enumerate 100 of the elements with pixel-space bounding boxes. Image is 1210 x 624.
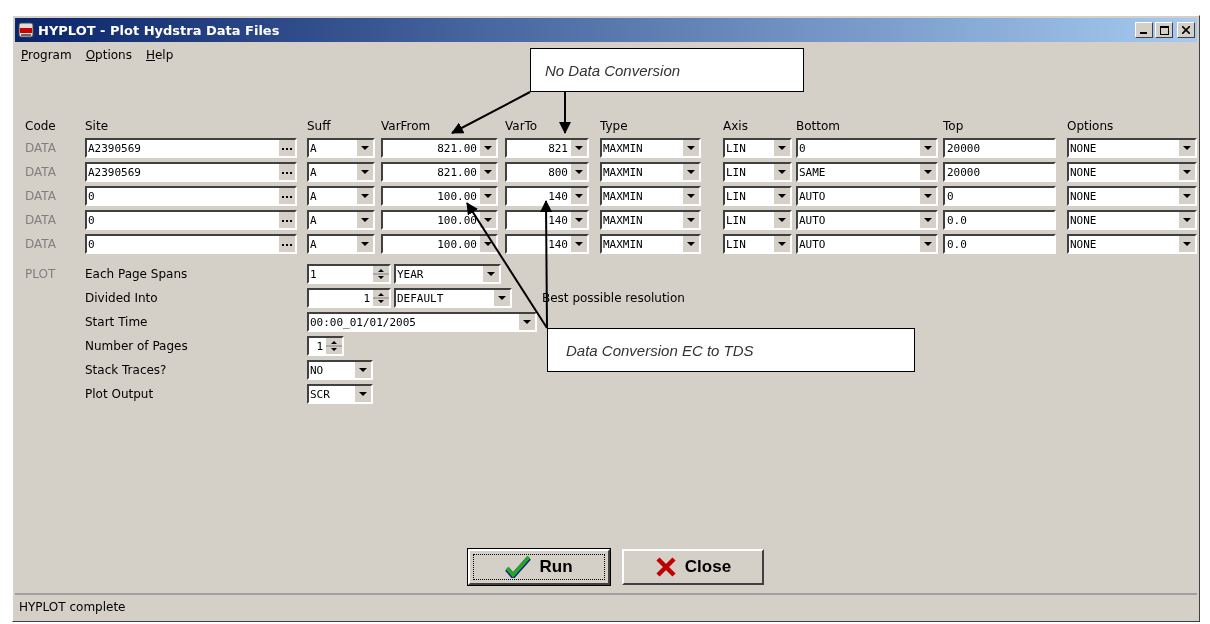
caret-icon[interactable]	[919, 140, 936, 156]
dropdown[interactable]: YEAR	[394, 264, 501, 284]
dropdown[interactable]: NONE	[1067, 138, 1197, 158]
text-field[interactable]: 0.0	[943, 234, 1056, 254]
ellipsis-icon[interactable]	[278, 164, 295, 180]
caret-icon[interactable]	[570, 236, 587, 252]
minimize-button[interactable]	[1135, 22, 1153, 38]
close-button[interactable]: Close	[622, 549, 764, 585]
caret-icon[interactable]	[479, 164, 496, 180]
caret-icon[interactable]	[482, 266, 499, 282]
dropdown[interactable]: AUTO	[796, 186, 938, 206]
caret-icon[interactable]	[354, 362, 371, 378]
caret-icon[interactable]	[479, 140, 496, 156]
dropdown[interactable]: MAXMIN	[600, 186, 701, 206]
dropdown[interactable]: MAXMIN	[600, 138, 701, 158]
dropdown[interactable]: 821.00	[381, 138, 498, 158]
dropdown[interactable]: 00:00_01/01/2005	[307, 312, 537, 332]
dropdown[interactable]: LIN	[723, 210, 792, 230]
spin-arrows-icon[interactable]	[325, 338, 342, 354]
site-field[interactable]: A2390569	[85, 162, 297, 182]
caret-icon[interactable]	[570, 140, 587, 156]
dropdown[interactable]: LIN	[723, 162, 792, 182]
caret-icon[interactable]	[773, 212, 790, 228]
dropdown[interactable]: AUTO	[796, 210, 938, 230]
caret-icon[interactable]	[356, 140, 373, 156]
caret-icon[interactable]	[354, 386, 371, 402]
caret-icon[interactable]	[570, 188, 587, 204]
spin-arrows-icon[interactable]	[372, 290, 389, 306]
dropdown[interactable]: LIN	[723, 138, 792, 158]
caret-icon[interactable]	[479, 212, 496, 228]
maximize-button[interactable]	[1155, 22, 1173, 38]
spin-arrows-icon[interactable]	[372, 266, 389, 282]
caret-icon[interactable]	[773, 140, 790, 156]
caret-icon[interactable]	[1178, 188, 1195, 204]
dropdown[interactable]: NONE	[1067, 234, 1197, 254]
dropdown[interactable]: SCR	[307, 384, 373, 404]
dropdown[interactable]: 100.00	[381, 234, 498, 254]
caret-icon[interactable]	[682, 164, 699, 180]
dropdown[interactable]: 821	[505, 138, 589, 158]
dropdown[interactable]: 100.00	[381, 186, 498, 206]
caret-icon[interactable]	[682, 236, 699, 252]
run-button[interactable]: Run	[468, 549, 610, 585]
caret-icon[interactable]	[773, 164, 790, 180]
menu-item[interactable]: Options	[85, 48, 132, 64]
caret-icon[interactable]	[356, 164, 373, 180]
dropdown[interactable]: A	[307, 210, 375, 230]
text-field[interactable]: 20000	[943, 138, 1056, 158]
dropdown[interactable]: MAXMIN	[600, 234, 701, 254]
caret-icon[interactable]	[1178, 140, 1195, 156]
caret-icon[interactable]	[356, 212, 373, 228]
caret-icon[interactable]	[570, 212, 587, 228]
dropdown[interactable]: 800	[505, 162, 589, 182]
caret-icon[interactable]	[919, 188, 936, 204]
caret-icon[interactable]	[919, 236, 936, 252]
dropdown[interactable]: LIN	[723, 186, 792, 206]
caret-icon[interactable]	[493, 290, 510, 306]
dropdown[interactable]: 821.00	[381, 162, 498, 182]
site-field[interactable]: 0	[85, 210, 297, 230]
dropdown[interactable]: A	[307, 162, 375, 182]
caret-icon[interactable]	[1178, 164, 1195, 180]
dropdown[interactable]: NONE	[1067, 210, 1197, 230]
dropdown[interactable]: A	[307, 186, 375, 206]
caret-icon[interactable]	[682, 188, 699, 204]
dropdown[interactable]: NONE	[1067, 162, 1197, 182]
dropdown[interactable]: SAME	[796, 162, 938, 182]
caret-icon[interactable]	[919, 212, 936, 228]
dropdown[interactable]: MAXMIN	[600, 162, 701, 182]
close-button[interactable]	[1177, 22, 1195, 38]
spin-field[interactable]: 1	[307, 336, 344, 356]
spin-field[interactable]: 1	[307, 264, 391, 284]
caret-icon[interactable]	[682, 212, 699, 228]
dropdown[interactable]: 140	[505, 210, 589, 230]
ellipsis-icon[interactable]	[278, 140, 295, 156]
site-field[interactable]: A2390569	[85, 138, 297, 158]
caret-icon[interactable]	[919, 164, 936, 180]
caret-icon[interactable]	[773, 188, 790, 204]
caret-icon[interactable]	[1178, 236, 1195, 252]
text-field[interactable]: 0	[943, 186, 1056, 206]
caret-icon[interactable]	[682, 140, 699, 156]
caret-icon[interactable]	[773, 236, 790, 252]
ellipsis-icon[interactable]	[278, 212, 295, 228]
menu-item[interactable]: Help	[145, 48, 174, 64]
ellipsis-icon[interactable]	[278, 188, 295, 204]
menu-item[interactable]: Program	[21, 48, 72, 64]
dropdown[interactable]: DEFAULT	[394, 288, 512, 308]
caret-icon[interactable]	[1178, 212, 1195, 228]
caret-icon[interactable]	[479, 188, 496, 204]
site-field[interactable]: 0	[85, 186, 297, 206]
dropdown[interactable]: NO	[307, 360, 373, 380]
caret-icon[interactable]	[518, 314, 535, 330]
dropdown[interactable]: A	[307, 234, 375, 254]
ellipsis-icon[interactable]	[278, 236, 295, 252]
dropdown[interactable]: AUTO	[796, 234, 938, 254]
dropdown[interactable]: 100.00	[381, 210, 498, 230]
caret-icon[interactable]	[356, 188, 373, 204]
dropdown[interactable]: A	[307, 138, 375, 158]
dropdown[interactable]: NONE	[1067, 186, 1197, 206]
spin-field[interactable]: 1	[307, 288, 391, 308]
dropdown[interactable]: LIN	[723, 234, 792, 254]
dropdown[interactable]: 140	[505, 186, 589, 206]
